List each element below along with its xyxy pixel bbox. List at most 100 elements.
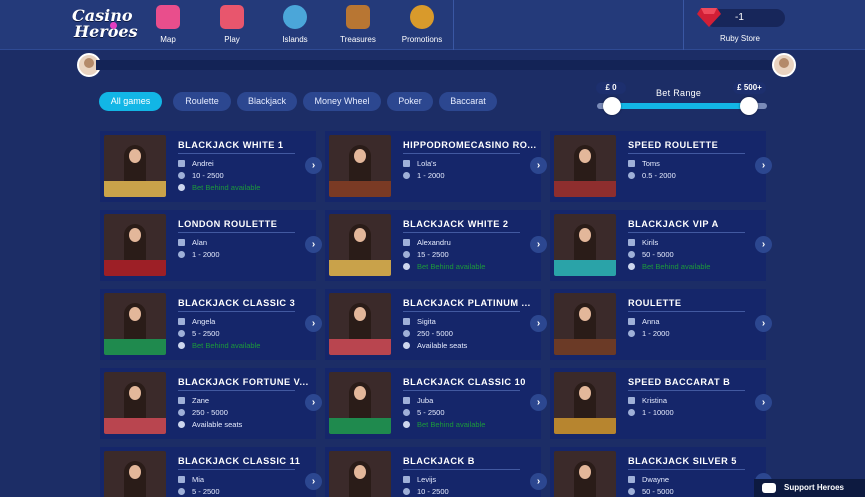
game-card[interactable]: BLACKJACK PLATINUM ... Sigita 250 - 5000…: [325, 289, 547, 360]
game-extra-info: Available seats: [403, 341, 467, 350]
dealer-thumbnail[interactable]: [104, 451, 166, 497]
bet-range-label: Bet Range: [656, 88, 702, 98]
game-card[interactable]: BLACKJACK B Levijs 10 - 2500 ›: [325, 447, 547, 497]
nav-treasures[interactable]: Treasures: [328, 5, 388, 47]
table-felt: [104, 339, 166, 355]
dealer-thumbnail[interactable]: [554, 372, 616, 434]
chevron-right-icon[interactable]: ›: [755, 315, 772, 332]
support-heroes-button[interactable]: Support Heroes: [754, 479, 865, 497]
game-card[interactable]: BLACKJACK FORTUNE V... Zane 250 - 5000 A…: [100, 368, 322, 439]
filter-all-games[interactable]: All games: [99, 92, 162, 111]
title-divider: [628, 153, 745, 154]
bet-limits: 5 - 2500: [417, 408, 445, 417]
game-card[interactable]: BLACKJACK SILVER 5 Dwayne 50 - 5000 ›: [550, 447, 772, 497]
dealer-thumbnail[interactable]: [554, 451, 616, 497]
filter-roulette[interactable]: Roulette: [173, 92, 231, 111]
dealer-name: Dwayne: [642, 475, 670, 484]
chevron-right-icon[interactable]: ›: [305, 315, 322, 332]
dealer-name: Anna: [642, 317, 660, 326]
chevron-right-icon[interactable]: ›: [530, 157, 547, 174]
dealer-thumbnail[interactable]: [104, 372, 166, 434]
bet-range-max-handle[interactable]: [740, 97, 758, 115]
game-extra-info: Bet Behind available: [178, 341, 260, 350]
game-title: BLACKJACK PLATINUM ...: [403, 298, 531, 308]
dealer-thumbnail[interactable]: [554, 135, 616, 197]
dealer-thumbnail[interactable]: [104, 135, 166, 197]
game-card[interactable]: BLACKJACK WHITE 1 Andrei 10 - 2500 Bet B…: [100, 131, 322, 202]
game-dealer: Levijs: [403, 475, 436, 484]
chevron-right-icon[interactable]: ›: [755, 157, 772, 174]
dealer-face: [579, 386, 591, 400]
dealer-icon: [403, 318, 410, 325]
dealer-thumbnail[interactable]: [329, 293, 391, 355]
dealer-thumbnail[interactable]: [329, 451, 391, 497]
casino-heroes-logo[interactable]: Casino Heroes: [72, 8, 138, 42]
dealer-face: [129, 228, 141, 242]
dealer-thumbnail[interactable]: [554, 293, 616, 355]
chevron-right-icon[interactable]: ›: [305, 157, 322, 174]
title-divider: [628, 311, 745, 312]
dealer-thumbnail[interactable]: [104, 293, 166, 355]
dealer-thumbnail[interactable]: [554, 214, 616, 276]
game-limits: 250 - 5000: [178, 408, 228, 417]
title-divider: [178, 311, 295, 312]
game-dealer: Juba: [403, 396, 433, 405]
title-divider: [403, 153, 520, 154]
dealer-icon: [628, 239, 635, 246]
dealer-thumbnail[interactable]: [329, 135, 391, 197]
game-card[interactable]: BLACKJACK WHITE 2 Alexandru 15 - 2500 Be…: [325, 210, 547, 281]
game-limits: 5 - 2500: [403, 408, 445, 417]
nav-play-label: Play: [224, 35, 240, 44]
dealer-thumbnail[interactable]: [329, 372, 391, 434]
player-avatar-right[interactable]: [772, 53, 796, 77]
dealer-icon: [178, 397, 185, 404]
chevron-right-icon[interactable]: ›: [530, 394, 547, 411]
filter-poker[interactable]: Poker: [387, 92, 433, 111]
nav-map[interactable]: Map: [138, 5, 198, 47]
dealer-icon: [403, 160, 410, 167]
chevron-right-icon[interactable]: ›: [305, 394, 322, 411]
nav-promotions[interactable]: Promotions: [392, 5, 452, 47]
filter-blackjack[interactable]: Blackjack: [237, 92, 297, 111]
game-card[interactable]: HIPPODROMECASINO RO... Lola's 1 - 2000 ›: [325, 131, 547, 202]
game-card[interactable]: LONDON ROULETTE Alan 1 - 2000 ›: [100, 210, 322, 281]
bet-behind-icon: [403, 263, 410, 270]
nav-islands[interactable]: Islands: [265, 5, 325, 47]
table-felt: [104, 418, 166, 434]
chevron-right-icon[interactable]: ›: [530, 473, 547, 490]
nav-promotions-label: Promotions: [401, 35, 443, 44]
bet-limits: 250 - 5000: [192, 408, 228, 417]
game-limits: 1 - 2000: [178, 250, 220, 259]
filter-baccarat[interactable]: Baccarat: [439, 92, 497, 111]
game-card[interactable]: SPEED ROULETTE Toms 0.5 - 2000 ›: [550, 131, 772, 202]
chevron-right-icon[interactable]: ›: [530, 315, 547, 332]
bet-range-min-handle[interactable]: [603, 97, 621, 115]
chip-icon: [628, 330, 635, 337]
game-title: BLACKJACK CLASSIC 10: [403, 377, 526, 387]
chevron-right-icon[interactable]: ›: [755, 394, 772, 411]
bet-range-min: £ 0: [596, 82, 626, 94]
game-limits: 15 - 2500: [403, 250, 449, 259]
chevron-right-icon[interactable]: ›: [530, 236, 547, 253]
game-card[interactable]: BLACKJACK VIP A Kirils 50 - 5000 Bet Beh…: [550, 210, 772, 281]
game-card[interactable]: SPEED BACCARAT B Kristina 1 - 10000 ›: [550, 368, 772, 439]
chevron-right-icon[interactable]: ›: [305, 236, 322, 253]
game-card[interactable]: BLACKJACK CLASSIC 3 Angela 5 - 2500 Bet …: [100, 289, 322, 360]
chevron-right-icon[interactable]: ›: [755, 236, 772, 253]
game-title: BLACKJACK WHITE 1: [178, 140, 284, 150]
game-card[interactable]: BLACKJACK CLASSIC 10 Juba 5 - 2500 Bet B…: [325, 368, 547, 439]
filter-money-wheel[interactable]: Money Wheel: [303, 92, 381, 111]
game-card[interactable]: BLACKJACK CLASSIC 11 Mia 5 - 2500 ›: [100, 447, 322, 497]
globe-icon: [283, 5, 307, 29]
game-extra-text: Bet Behind available: [417, 262, 486, 271]
title-divider: [628, 390, 745, 391]
dealer-thumbnail[interactable]: [104, 214, 166, 276]
dealer-face: [354, 228, 366, 242]
table-felt: [329, 181, 391, 197]
nav-play[interactable]: Play: [202, 5, 262, 47]
ruby-store-link[interactable]: Ruby Store: [700, 34, 780, 43]
chevron-right-icon[interactable]: ›: [305, 473, 322, 490]
game-card[interactable]: ROULETTE Anna 1 - 2000 ›: [550, 289, 772, 360]
game-extra-text: Available seats: [417, 341, 468, 350]
dealer-thumbnail[interactable]: [329, 214, 391, 276]
